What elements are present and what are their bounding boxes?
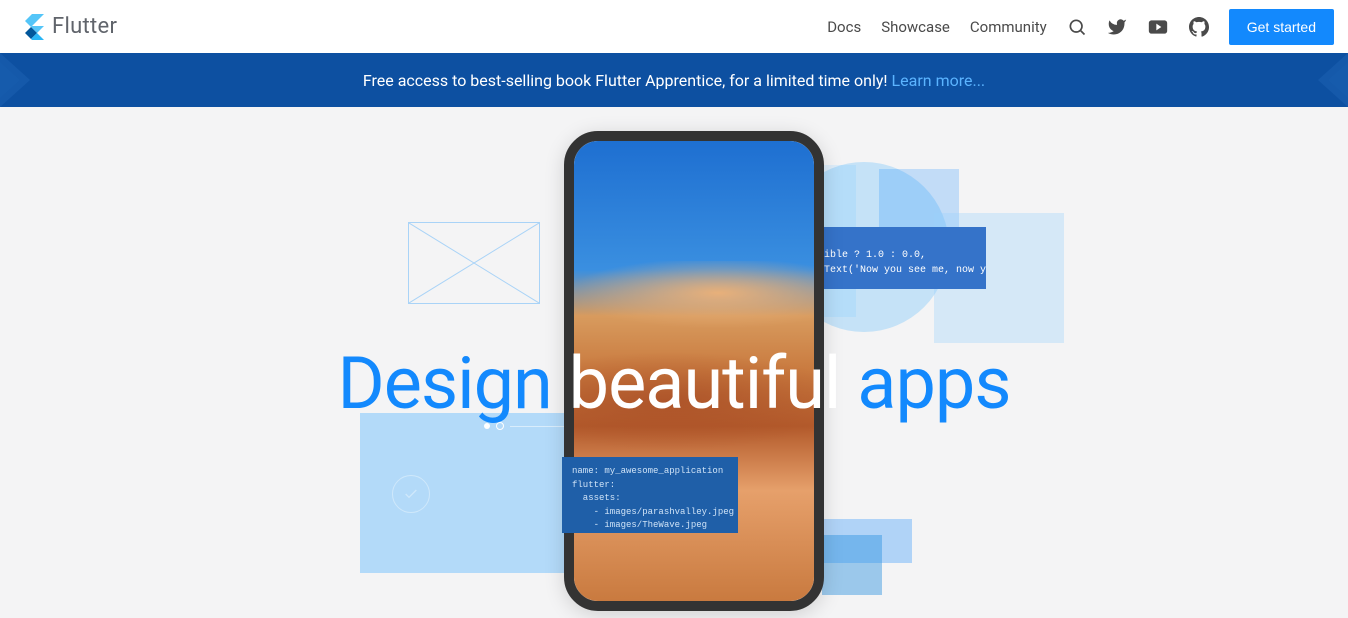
banner-learn-more-link[interactable]: Learn more... <box>892 71 986 90</box>
github-icon[interactable] <box>1189 17 1209 37</box>
twitter-icon[interactable] <box>1107 17 1127 37</box>
hero-word-1: Design <box>338 341 552 426</box>
hero-section: new Opacity( opacity: _visible ? 1.0 : 0… <box>0 107 1348 618</box>
search-icon[interactable] <box>1067 17 1087 37</box>
banner-text: Free access to best-selling book Flutter… <box>363 71 888 90</box>
decorative-square-icon <box>822 535 882 595</box>
nav-community[interactable]: Community <box>970 18 1047 36</box>
hero-word-3: apps <box>857 341 1010 426</box>
wireframe-box-icon <box>408 222 540 304</box>
get-started-button[interactable]: Get started <box>1229 9 1334 45</box>
brand-name: Flutter <box>52 14 117 39</box>
hero-stage: new Opacity( opacity: _visible ? 1.0 : 0… <box>174 107 1174 618</box>
site-header: Flutter Docs Showcase Community Get star… <box>0 0 1348 53</box>
hero-headline: Design beautiful apps <box>174 341 1174 426</box>
code-snippet-assets: name: my_awesome_application flutter: as… <box>562 457 738 533</box>
hero-word-2: beautiful <box>569 341 841 426</box>
nav-showcase[interactable]: Showcase <box>881 18 950 36</box>
check-circle-icon <box>392 475 430 513</box>
brand-logo[interactable]: Flutter <box>18 14 117 40</box>
nav-right: Docs Showcase Community Get started <box>827 9 1334 45</box>
flutter-logo-icon <box>18 14 44 40</box>
banner-decoration-left-icon <box>0 53 60 107</box>
nav-docs[interactable]: Docs <box>827 18 861 36</box>
promo-banner: Free access to best-selling book Flutter… <box>0 53 1348 107</box>
youtube-icon[interactable] <box>1147 17 1169 37</box>
banner-decoration-right-icon <box>1288 53 1348 107</box>
